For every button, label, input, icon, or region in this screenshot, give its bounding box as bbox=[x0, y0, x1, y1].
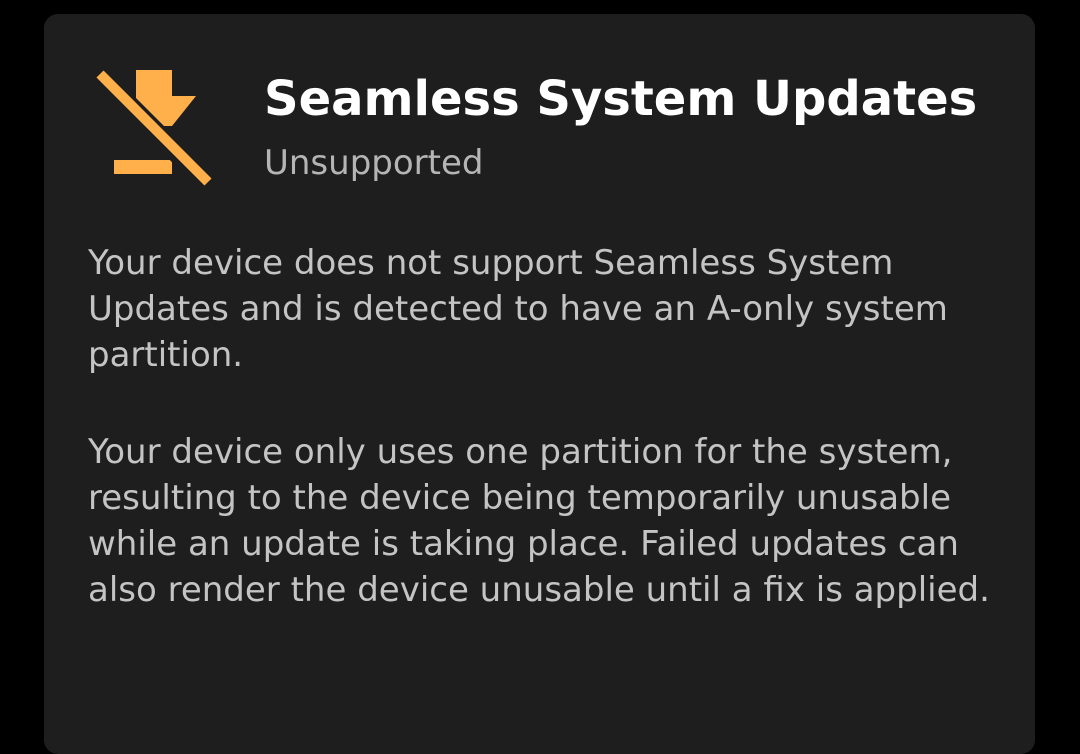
description-paragraph-2: Your device only uses one partition for … bbox=[88, 432, 990, 610]
card-title: Seamless System Updates bbox=[264, 71, 978, 127]
info-card: Seamless System Updates Unsupported Your… bbox=[44, 14, 1035, 754]
seamless-update-unsupported-icon bbox=[96, 70, 212, 186]
status-text: Unsupported bbox=[264, 143, 484, 183]
description-paragraph-1: Your device does not support Seamless Sy… bbox=[88, 243, 948, 375]
